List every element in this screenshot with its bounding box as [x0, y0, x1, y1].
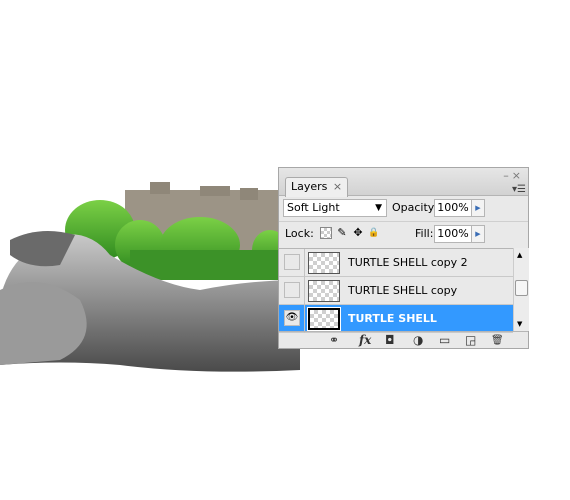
blend-mode-select[interactable]: Soft Light ▼ — [283, 199, 387, 217]
fill-input[interactable]: 100% — [434, 225, 472, 243]
tab-layers[interactable]: Layers × — [285, 177, 349, 197]
lock-transparency-icon[interactable] — [320, 227, 332, 239]
layer-thumbnail — [308, 252, 340, 274]
opacity-input[interactable]: 100% — [434, 199, 472, 217]
new-layer-icon[interactable]: ◲ — [465, 333, 476, 348]
scroll-up-icon[interactable]: ▲ — [517, 251, 522, 259]
window-buttons[interactable]: –× — [503, 169, 524, 182]
layers-list: TURTLE SHELL copy 2 TURTLE SHELL copy 👁 … — [279, 248, 513, 333]
tab-label: Layers — [291, 180, 328, 193]
lock-move-icon[interactable]: ✥ — [352, 227, 364, 239]
fill-label: Fill: — [415, 227, 434, 240]
visibility-toggle[interactable] — [284, 282, 300, 298]
panel-titlebar[interactable]: Layers × –× ▾☰ — [279, 168, 528, 197]
layer-name: TURTLE SHELL copy 2 — [348, 256, 468, 269]
layer-row[interactable]: TURTLE SHELL copy 2 — [279, 249, 513, 277]
trash-icon[interactable]: 🗑 — [491, 333, 504, 348]
panel-menu-icon[interactable]: ▾☰ — [512, 184, 526, 195]
layer-thumbnail — [308, 280, 340, 302]
layer-thumbnail — [307, 307, 341, 331]
scroll-down-icon[interactable]: ▼ — [517, 320, 522, 328]
panel-footer: ⚭ fx ◘ ◑ ▭ ◲ 🗑 — [279, 331, 528, 349]
layers-panel: Layers × –× ▾☰ Soft Light ▼ Opacity: 100… — [278, 167, 529, 349]
adjustment-icon[interactable]: ◑ — [413, 333, 423, 348]
fx-icon[interactable]: fx — [359, 333, 371, 348]
link-icon[interactable]: ⚭ — [329, 333, 339, 348]
divider — [304, 249, 305, 277]
layer-name: TURTLE SHELL copy — [348, 284, 458, 297]
fill-slider-button[interactable]: ▶ — [471, 225, 485, 243]
layer-row-selected[interactable]: 👁 TURTLE SHELL — [279, 305, 513, 333]
scroll-thumb[interactable] — [515, 280, 528, 296]
lock-brush-icon[interactable]: ✎ — [336, 227, 348, 239]
mask-icon[interactable]: ◘ — [385, 333, 395, 348]
blend-mode-value: Soft Light — [287, 201, 340, 214]
lock-all-icon[interactable]: 🔒 — [368, 227, 380, 239]
lock-label: Lock: — [285, 227, 314, 240]
tab-close-icon[interactable]: × — [333, 180, 342, 193]
opacity-label: Opacity: — [392, 201, 438, 214]
chevron-down-icon: ▼ — [375, 203, 382, 213]
divider — [304, 305, 305, 333]
opacity-slider-button[interactable]: ▶ — [471, 199, 485, 217]
layer-row[interactable]: TURTLE SHELL copy — [279, 277, 513, 305]
folder-icon[interactable]: ▭ — [439, 333, 450, 348]
visibility-toggle[interactable] — [284, 254, 300, 270]
layers-scrollbar[interactable]: ▲ ▼ — [513, 248, 529, 331]
divider — [304, 277, 305, 305]
layer-name: TURTLE SHELL — [348, 312, 437, 325]
eye-icon[interactable]: 👁 — [284, 310, 300, 326]
